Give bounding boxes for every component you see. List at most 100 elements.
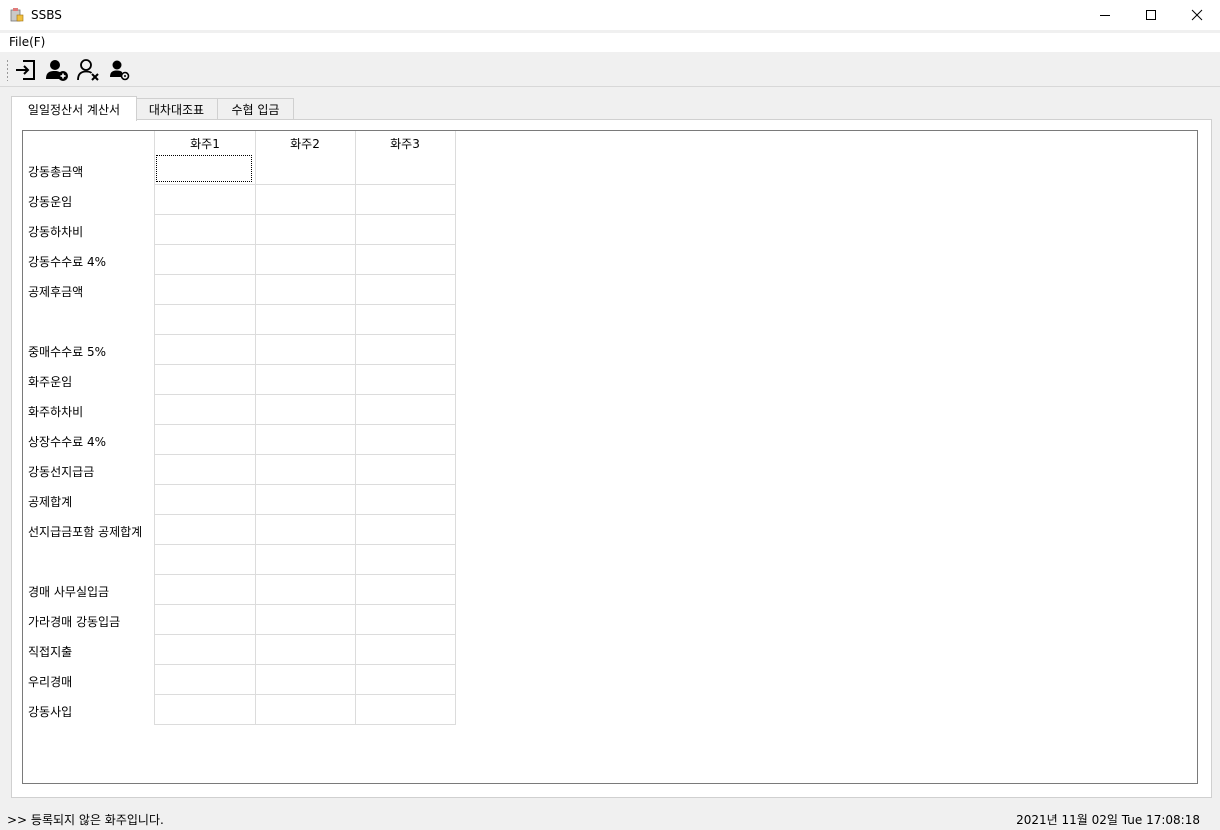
grid-cell[interactable] <box>155 545 255 575</box>
grid-cell[interactable] <box>155 215 255 245</box>
menu-file[interactable]: File(F) <box>9 35 45 49</box>
grid-cell[interactable] <box>355 305 455 335</box>
status-datetime: 2021년 11월 02일 Tue 17:08:18 <box>1016 813 1200 827</box>
user-settings-button[interactable] <box>106 58 132 82</box>
row-label: 공제후금액 <box>28 285 84 299</box>
grid-cell[interactable] <box>155 695 255 725</box>
grid-cell[interactable] <box>155 185 255 215</box>
row-label: 우리경매 <box>28 675 73 689</box>
tab-balance-sheet[interactable]: 대차대조표 <box>135 98 218 120</box>
grid-cell[interactable] <box>255 575 355 605</box>
grid-cell[interactable] <box>255 425 355 455</box>
grid-cell[interactable] <box>355 455 455 485</box>
grid-column-2 <box>255 131 356 725</box>
grid-cell[interactable] <box>255 515 355 545</box>
row-label: 가라경매 강동입금 <box>28 615 121 629</box>
tab-panel: 화주1 화주2 화주3 강동총금액 강동운임 강동하차비 강동수수료 4% 공제후금액 중… <box>11 119 1212 798</box>
grid-cell[interactable] <box>155 305 255 335</box>
row-label: 공제합계 <box>28 495 73 509</box>
row-label: 강동선지급금 <box>28 465 95 479</box>
grid-cell[interactable] <box>355 695 455 725</box>
login-button[interactable] <box>13 58 39 82</box>
grid-cell[interactable] <box>255 605 355 635</box>
grid-cell[interactable] <box>355 365 455 395</box>
add-user-button[interactable] <box>44 58 70 82</box>
grid-column-1 <box>155 131 256 725</box>
row-label: 상장수수료 4% <box>28 435 107 449</box>
grid-cell[interactable] <box>155 365 255 395</box>
grid-cell[interactable] <box>155 425 255 455</box>
row-label: 강동사입 <box>28 705 73 719</box>
row-label: 경매 사무실입금 <box>28 585 110 599</box>
tab-label: 일일정산서 계산서 <box>27 102 121 117</box>
grid-cell[interactable] <box>155 245 255 275</box>
grid-cell[interactable] <box>355 545 455 575</box>
grid-cell[interactable] <box>255 185 355 215</box>
maximize-button[interactable] <box>1128 0 1174 30</box>
grid-cell[interactable] <box>355 335 455 365</box>
grid-cell[interactable] <box>355 215 455 245</box>
grid-cell[interactable] <box>255 215 355 245</box>
row-label: 선지급금포함 공제합계 <box>28 525 143 539</box>
row-label: 강동수수료 4% <box>28 255 107 269</box>
grid-cell[interactable] <box>155 605 255 635</box>
grid-cell[interactable] <box>255 395 355 425</box>
status-bar: >> 등록되지 않은 화주입니다. 2021년 11월 02일 Tue 17:0… <box>0 806 1220 830</box>
grid-column-3 <box>355 131 456 725</box>
status-message: >> 등록되지 않은 화주입니다. <box>7 813 164 827</box>
grid-cell[interactable] <box>255 275 355 305</box>
grid-cell[interactable] <box>355 485 455 515</box>
grid-cell[interactable] <box>355 275 455 305</box>
toolbar <box>0 53 1220 87</box>
grid-cell[interactable] <box>355 395 455 425</box>
grid-cell[interactable] <box>355 635 455 665</box>
user-settings-icon <box>110 60 130 81</box>
grid-cell[interactable] <box>155 455 255 485</box>
grid-cell[interactable] <box>255 335 355 365</box>
row-label: 화주운임 <box>28 375 73 389</box>
grid-cell[interactable] <box>255 245 355 275</box>
grid-cell[interactable] <box>355 425 455 455</box>
grid-cell[interactable] <box>255 665 355 695</box>
row-label: 강동총금액 <box>28 165 84 179</box>
grid-cell[interactable] <box>255 455 355 485</box>
row-label: 화주하차비 <box>28 405 84 419</box>
focused-cell[interactable] <box>156 155 252 182</box>
grid-cell[interactable] <box>255 545 355 575</box>
grid-cell[interactable] <box>155 275 255 305</box>
grid-cell[interactable] <box>255 485 355 515</box>
grid-cell[interactable] <box>155 335 255 365</box>
grid-cell[interactable] <box>255 635 355 665</box>
grid-cell[interactable] <box>155 395 255 425</box>
grid-cell[interactable] <box>255 695 355 725</box>
grid-cell[interactable] <box>355 515 455 545</box>
grid-cell[interactable] <box>355 155 455 185</box>
grid-cell[interactable] <box>355 665 455 695</box>
row-label: 직접지출 <box>28 645 73 659</box>
grid-cell[interactable] <box>155 575 255 605</box>
settlement-grid[interactable]: 화주1 화주2 화주3 강동총금액 강동운임 강동하차비 강동수수료 4% 공제후금액 중… <box>22 130 1198 784</box>
toolbar-grip[interactable] <box>6 59 9 81</box>
tab-label: 대차대조표 <box>148 103 205 117</box>
grid-cell[interactable] <box>255 365 355 395</box>
grid-cell[interactable] <box>155 485 255 515</box>
grid-cell[interactable] <box>355 605 455 635</box>
row-label: 강동하차비 <box>28 225 84 239</box>
close-button[interactable] <box>1174 0 1220 30</box>
minimize-button[interactable] <box>1082 0 1128 30</box>
grid-cell[interactable] <box>355 245 455 275</box>
tab-suhyup-deposit[interactable]: 수협 입금 <box>217 98 294 120</box>
grid-cell[interactable] <box>155 665 255 695</box>
title-bar: SSBS <box>0 0 1220 30</box>
grid-cell[interactable] <box>355 185 455 215</box>
grid-cell[interactable] <box>355 575 455 605</box>
row-label: 중매수수료 5% <box>28 345 107 359</box>
grid-cell[interactable] <box>155 635 255 665</box>
grid-cell[interactable] <box>155 515 255 545</box>
tab-daily-settlement[interactable]: 일일정산서 계산서 <box>11 96 137 121</box>
grid-cell[interactable] <box>255 305 355 335</box>
tab-label: 수협 입금 <box>231 103 280 117</box>
add-user-icon <box>46 60 68 81</box>
grid-cell[interactable] <box>255 155 355 185</box>
remove-user-button[interactable] <box>75 58 101 82</box>
